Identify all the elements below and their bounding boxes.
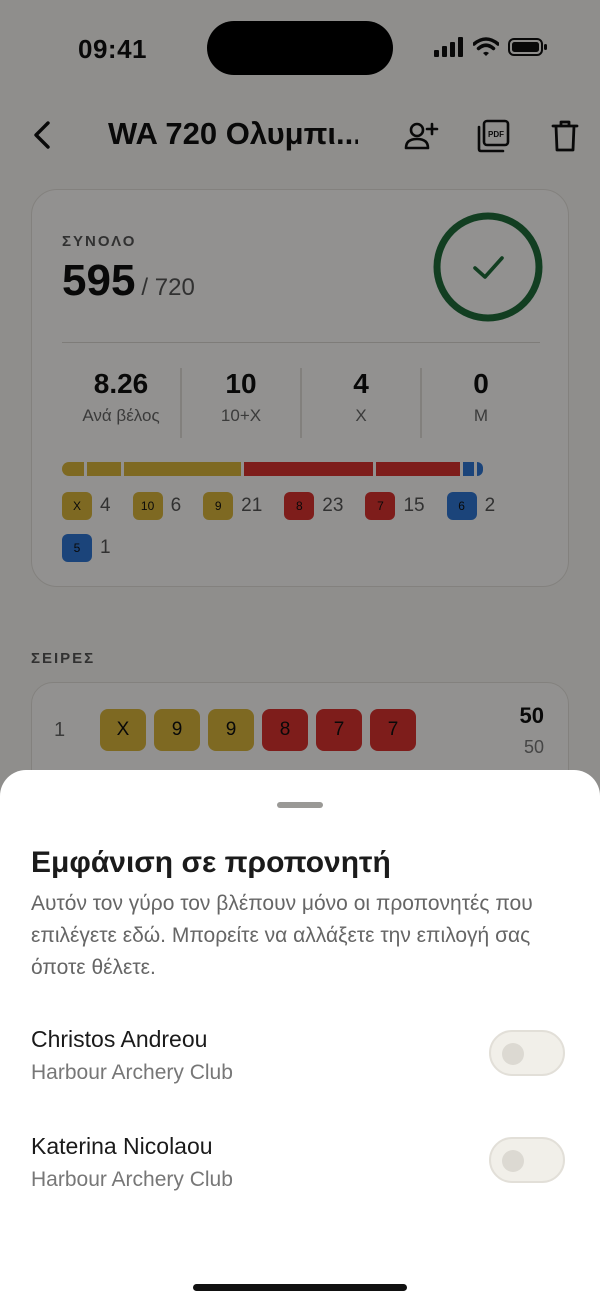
toggle-knob: [502, 1043, 524, 1065]
coach-visibility-sheet: Εμφάνιση σε προπονητή Αυτόν τον γύρο τον…: [0, 770, 600, 1304]
home-indicator[interactable]: [193, 1284, 407, 1291]
coach-club: Harbour Archery Club: [31, 1061, 233, 1084]
sheet-grabber[interactable]: [277, 802, 323, 808]
toggle-knob: [502, 1150, 524, 1172]
coach-club: Harbour Archery Club: [31, 1168, 233, 1191]
coach-visibility-toggle[interactable]: [489, 1030, 565, 1076]
sheet-title: Εμφάνιση σε προπονητή: [31, 846, 391, 879]
coach-visibility-toggle[interactable]: [489, 1137, 565, 1183]
coach-row: Christos Andreou Harbour Archery Club: [31, 1026, 571, 1096]
sheet-description: Αυτόν τον γύρο τον βλέπουν μόνο οι προπο…: [31, 892, 533, 979]
coach-row: Katerina Nicolaou Harbour Archery Club: [31, 1133, 571, 1203]
